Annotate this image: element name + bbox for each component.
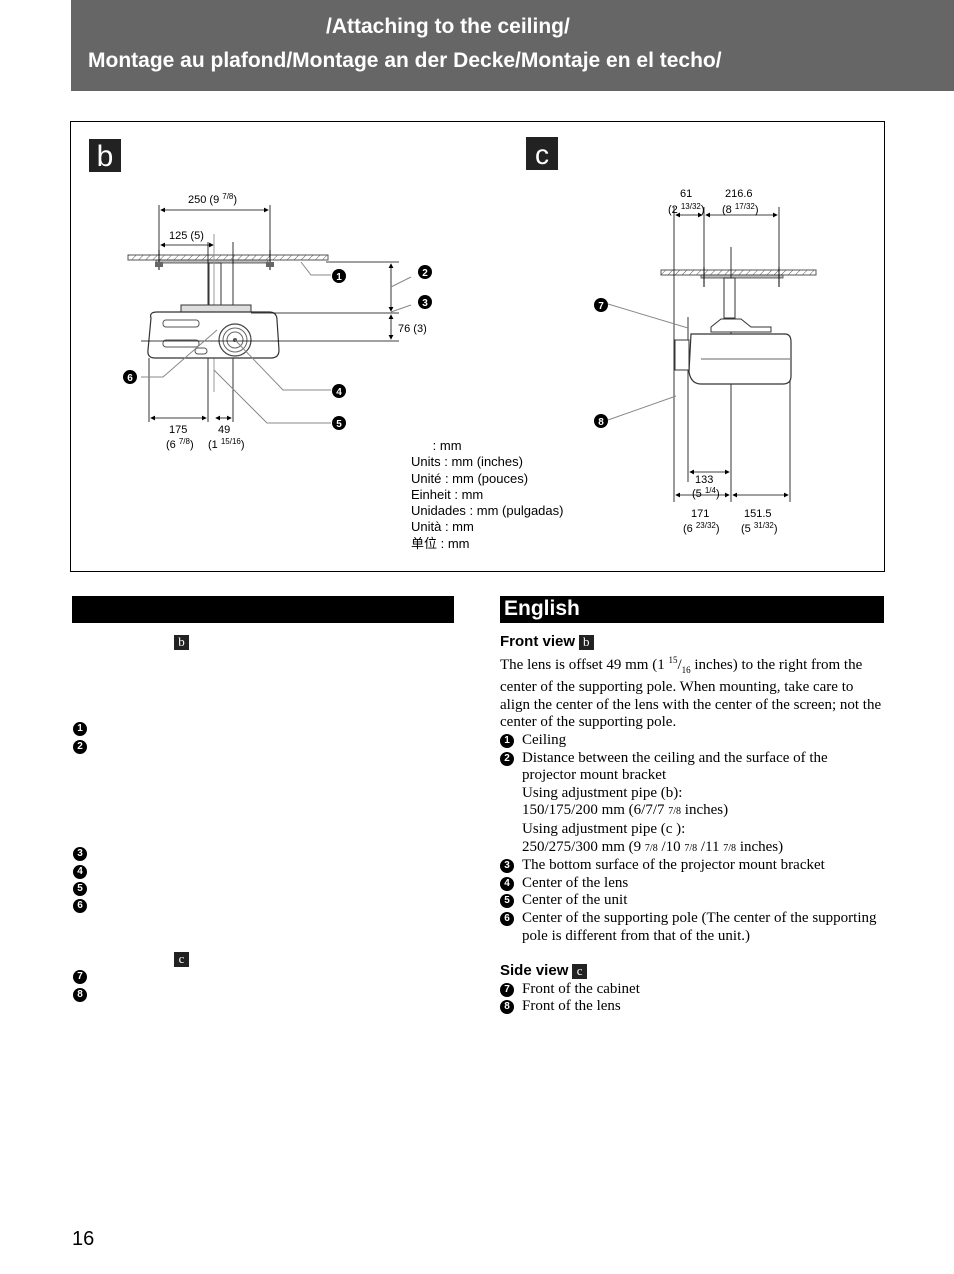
front-view-heading: Front view b [500,633,884,652]
dim-49-inches: (1 15/16) [208,437,245,451]
view-b-label: b [89,139,121,173]
dim-175-inches: (6 7/8) [166,437,194,451]
dim-216-inches: (8 17/32) [722,202,759,216]
front-view-tag: b [578,635,594,650]
page-number: 16 [72,1228,95,1250]
pipe-c-label: Using adjustment pipe (c ): [522,820,686,837]
pipe-b-values: 150/175/200 mm (6/7/7 7/8 inches) [522,802,729,819]
side-view-tag: c [572,964,588,980]
left-num-1: 1 [73,721,87,736]
dim-175: 175 [169,424,187,436]
svg-text:3: 3 [422,298,428,309]
english-section-bar: English [500,596,884,623]
diagram-frame: b 250 (9 7/8) 125 (5) 76 (3) 175 (6 7/8)… [70,121,885,572]
dim-61-inches: (2 13/32) [668,202,705,216]
dim-49: 49 [218,424,230,436]
dim-216: 216.6 [725,188,753,200]
units-line: Units : mm (inches) [411,454,523,470]
page-header: /Attaching to the ceiling/ Montage au pl… [71,0,954,91]
left-num-6: 6 [73,898,87,913]
units-line: Unité : mm (pouces) [411,470,529,486]
legend-item-4: 4 Center of the lens [500,875,884,893]
legend-item-3: 3 The bottom surface of the projector mou… [500,857,884,875]
svg-text:6: 6 [127,373,133,384]
header-title-line1: /Attaching to the ceiling/ [326,15,570,38]
legend-item-7: 7 Front of the cabinet [500,981,884,999]
callout-4: 4 [332,384,346,398]
left-tag-b: b [174,633,189,651]
view-c-letter: c [535,139,549,170]
header-title-line2: Montage au plafond/Montage an der Decke/… [88,49,722,72]
legend-item-6: 6 Center of the supporting pole (The cent… [500,910,884,945]
dim-151-inches: (5 31/32) [741,521,778,535]
svg-text:8: 8 [598,417,604,428]
svg-text:7: 7 [598,301,604,312]
view-c-drawing [607,207,817,502]
dim-76: 76 (3) [398,323,427,335]
dim-133: 133 [695,474,713,486]
legend-item-5: 5 Center of the unit [500,892,884,910]
svg-text:4: 4 [336,387,342,398]
side-view-heading: Side view c [500,962,884,981]
left-section-bar [72,596,454,623]
units-line: Unità : mm [411,519,474,535]
callout-1: 1 [332,269,346,283]
dim-250: 250 (9 7/8) [188,192,237,206]
left-num-7: 7 [73,969,87,984]
dim-61: 61 [680,188,692,200]
units-line: Unidades : mm (pulgadas) [411,503,564,519]
callout-2: 2 [418,265,432,279]
left-num-3: 3 [73,846,87,861]
view-c-label: c [526,137,558,170]
svg-text:5: 5 [336,419,342,430]
left-num-4: 4 [73,864,87,879]
left-num-5: 5 [73,881,87,896]
lens-side [674,339,690,371]
projector-front-body [147,311,280,359]
legend-item-8: 8 Front of the lens [500,998,884,1016]
legend-item-1: 1 Ceiling [500,732,884,750]
dim-133-inches: (5 1/4) [692,486,720,500]
dim-125: 125 (5) [169,230,204,242]
dim-151: 151.5 [744,508,772,520]
legend-item-2: 2 Distance between the ceiling and the su… [500,750,884,858]
left-num-8: 8 [73,987,87,1002]
units-legend: : mm Units : mm (inches) Unité : mm (pou… [411,438,563,552]
dim-171-inches: (6 23/32) [683,521,720,535]
english-content: Front view b The lens is offset 49 mm (1… [500,633,884,1016]
svg-text:2: 2 [422,268,428,279]
english-section-title: English [504,597,580,620]
callout-6: 6 [123,370,137,384]
callout-5: 5 [332,416,346,430]
callout-8: 8 [594,414,608,428]
view-b-letter: b [97,140,114,173]
svg-text:1: 1 [336,272,342,283]
callout-7: 7 [594,298,608,312]
left-tag-c: c [174,950,189,968]
pipe-c-values: 250/275/300 mm (9 7/8 /10 7/8 /11 7/8 in… [522,838,784,855]
left-num-2: 2 [73,739,87,754]
units-line: Einheit : mm [411,486,484,502]
front-view-paragraph: The lens is offset 49 mm (1 15/16 inches… [500,654,882,731]
units-line: 单位 : mm [411,535,470,551]
units-line: : mm [411,438,462,453]
dim-171: 171 [691,508,709,520]
callout-3: 3 [418,295,432,309]
pipe-b-label: Using adjustment pipe (b): [522,784,683,801]
ceiling-plate [127,254,329,261]
